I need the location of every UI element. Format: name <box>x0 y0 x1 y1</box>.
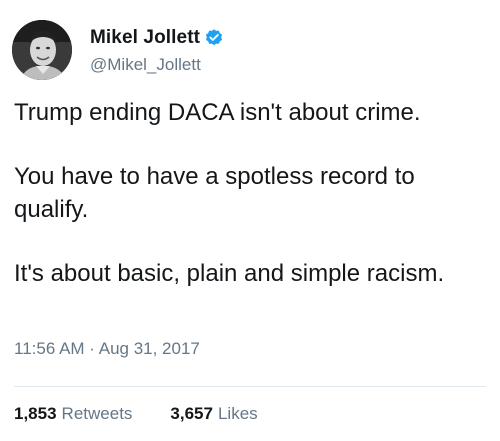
tweet-paragraph: It's about basic, plain and simple racis… <box>14 260 445 287</box>
tweet-paragraph: Trump ending DACA isn't about crime. <box>14 99 421 126</box>
likes-stat[interactable]: 3,657 Likes <box>170 404 257 424</box>
likes-count: 3,657 <box>170 404 213 423</box>
tweet-paragraph: You have to have a spotless record to qu… <box>14 163 415 223</box>
tweet-header: Mikel Jollett @Mikel_Jollett <box>12 18 224 82</box>
tweet-timestamp[interactable]: 11:56 AM · Aug 31, 2017 <box>14 339 200 359</box>
display-name-row: Mikel Jollett <box>90 26 224 50</box>
author-handle[interactable]: @Mikel_Jollett <box>90 55 224 75</box>
avatar-image <box>12 20 72 80</box>
tweet-stats: 1,853 Retweets 3,657 Likes <box>14 404 296 424</box>
retweets-label: Retweets <box>61 404 133 423</box>
tweet-text: Trump ending DACA isn't about crime. You… <box>14 96 489 321</box>
author-names: Mikel Jollett @Mikel_Jollett <box>90 26 224 75</box>
verified-badge-icon <box>204 28 224 48</box>
retweets-count: 1,853 <box>14 404 57 423</box>
divider <box>14 386 486 387</box>
display-name[interactable]: Mikel Jollett <box>90 27 200 49</box>
likes-label: Likes <box>217 404 258 423</box>
avatar[interactable] <box>12 20 72 80</box>
retweets-stat[interactable]: 1,853 Retweets <box>14 404 132 424</box>
tweet-card: Mikel Jollett @Mikel_Jollett Trump endin… <box>0 0 500 441</box>
